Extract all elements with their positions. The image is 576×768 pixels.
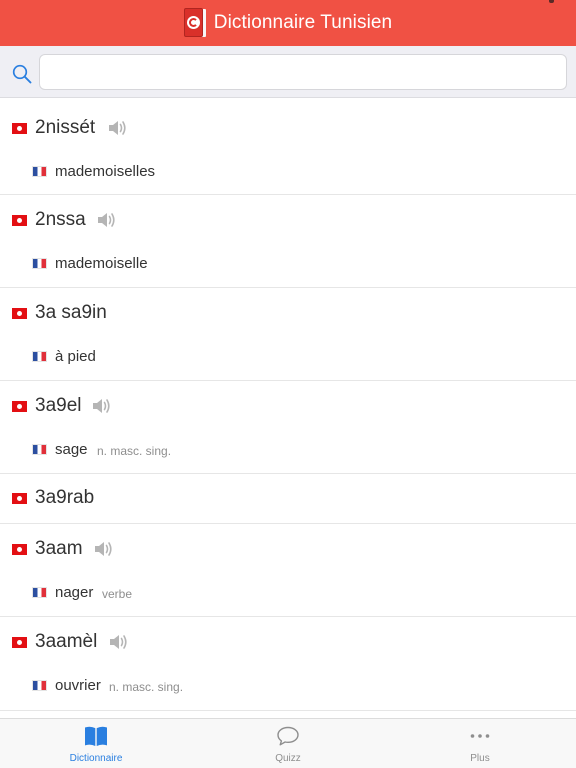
france-flag-icon <box>32 166 47 177</box>
list-item[interactable]: 3aamèl ouvrier n. masc. sing. <box>0 617 576 711</box>
tunisia-flag-icon <box>12 493 27 504</box>
entry-part-of-speech: n. masc. sing. <box>97 444 172 458</box>
tunisia-flag-icon <box>12 308 27 319</box>
app-title: Dictionnaire Tunisien <box>213 12 393 33</box>
speaker-icon[interactable] <box>93 540 113 558</box>
tab-label: Dictionnaire <box>69 753 123 764</box>
entry-part-of-speech: verbe <box>102 587 133 601</box>
tunisia-flag-icon <box>12 637 27 648</box>
france-flag-icon <box>32 587 47 598</box>
france-flag-icon <box>32 680 47 691</box>
search-bar <box>0 46 576 98</box>
tunisia-flag-icon <box>12 123 27 134</box>
tab-plus[interactable]: Plus <box>420 719 540 768</box>
status-indicator <box>549 0 554 3</box>
entry-word: 3aamèl <box>35 631 98 652</box>
tab-dictionnaire[interactable]: Dictionnaire <box>36 719 156 768</box>
dictionary-logo-icon <box>183 8 206 38</box>
entry-translation: mademoiselle <box>55 255 148 272</box>
speaker-icon[interactable] <box>108 633 128 651</box>
list-item[interactable]: 3a sa9in à pied <box>0 288 576 381</box>
france-flag-icon <box>32 444 47 455</box>
speaker-icon[interactable] <box>91 397 111 415</box>
france-flag-icon <box>32 258 47 269</box>
search-icon <box>12 64 32 84</box>
list-item[interactable]: 2nssa mademoiselle <box>0 195 576 288</box>
speech-bubble-icon <box>277 726 299 746</box>
entry-word: 2nssa <box>35 209 86 230</box>
header-bar: Dictionnaire Tunisien <box>0 0 576 46</box>
list-item[interactable]: 3a9el sage n. masc. sing. <box>0 381 576 474</box>
tab-bar: Dictionnaire Quizz Plus <box>0 718 576 768</box>
entry-word: 3a9el <box>35 395 82 416</box>
tab-quizz[interactable]: Quizz <box>228 719 348 768</box>
entry-word: 3a sa9in <box>35 302 107 323</box>
entry-translation: nager <box>55 584 94 601</box>
search-input[interactable] <box>39 54 567 90</box>
book-icon <box>85 726 107 746</box>
tab-label: Quizz <box>275 753 301 764</box>
entry-word: 2nissét <box>35 117 96 138</box>
tunisia-flag-icon <box>12 401 27 412</box>
tunisia-flag-icon <box>12 544 27 555</box>
list-item[interactable]: 3aam nager verbe <box>0 524 576 617</box>
speaker-icon[interactable] <box>107 119 127 137</box>
list-item[interactable]: 3a9rab <box>0 474 576 524</box>
entry-translation: à pied <box>55 348 96 365</box>
entry-translation: sage <box>55 441 88 458</box>
entry-part-of-speech: n. masc. sing. <box>109 680 184 694</box>
tab-label: Plus <box>470 753 490 764</box>
entry-word: 3aam <box>35 538 83 559</box>
dictionary-list: 2nissét mademoiselles 2nssa mademoiselle <box>0 98 576 718</box>
entry-word: 3a9rab <box>35 487 95 508</box>
entry-translation: ouvrier <box>55 677 101 694</box>
more-icon <box>470 734 490 738</box>
list-item[interactable]: 2nissét mademoiselles <box>0 98 576 195</box>
entry-translation: mademoiselles <box>55 163 156 180</box>
tunisia-flag-icon <box>12 215 27 226</box>
app: Dictionnaire Tunisien 2nissét mademoisel… <box>0 0 576 768</box>
speaker-icon[interactable] <box>96 211 116 229</box>
france-flag-icon <box>32 351 47 362</box>
